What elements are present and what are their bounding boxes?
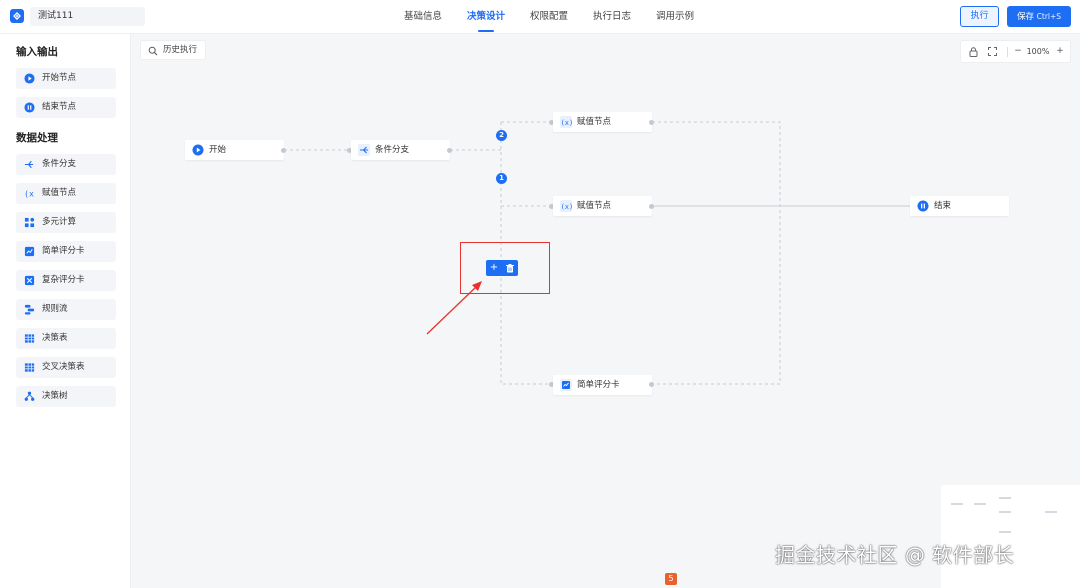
palette-item-label: 交叉决策表 [42,362,85,372]
flow-node-assign-top[interactable]: (x) 赋值节点 [553,112,652,132]
tab-decision-design[interactable]: 决策设计 [467,0,505,34]
pause-circle-icon [917,200,929,212]
scorecard-icon [560,379,572,391]
palette-item-label: 开始节点 [42,73,77,83]
flow-node-branch[interactable]: 条件分支 [351,140,450,160]
palette-item-label: 结束节点 [42,102,77,112]
port-out[interactable] [447,148,452,153]
node-label: 条件分支 [375,145,410,155]
zoom-toolbar: − 100% + [960,40,1071,63]
section-title-data: 数据处理 [16,132,58,144]
delete-edge-button[interactable] [502,260,518,276]
svg-text:(x): (x) [24,189,35,199]
delete-icon [506,263,514,272]
annotation-arrow [426,286,477,335]
save-button-label: 保存 [1016,12,1034,22]
palette-item-label: 简单评分卡 [42,246,85,256]
play-circle-icon [24,73,35,84]
run-button[interactable]: 执行 [960,6,999,27]
palette-item-label: 决策表 [42,333,68,343]
top-header: 测试111 基础信息 决策设计 权限配置 执行日志 调用示例 执行 保存 Ctr… [0,0,1080,34]
table-icon [24,334,35,343]
branch-icon [24,160,34,169]
rule-flow-icon [24,304,35,315]
assign-icon: (x) [560,200,572,212]
palette-item-assign[interactable]: (x) 赋值节点 [16,183,116,204]
palette-item-decision-table[interactable]: 决策表 [16,328,116,349]
flow-node-end[interactable]: 结束 [910,196,1009,216]
play-circle-icon [192,144,204,156]
branch-icon [358,144,370,156]
palette-item-decision-tree[interactable]: 决策树 [16,386,116,407]
complex-scorecard-icon [24,275,35,286]
minimap-preview [951,497,1057,533]
history-execution-label: 历史执行 [163,45,198,55]
port-out[interactable] [649,204,654,209]
add-node-button[interactable]: + [486,260,502,276]
zoom-separator [1007,47,1008,57]
edge-toolbar: + [486,260,518,276]
branch-priority-badge: 2 [496,130,507,141]
palette-item-multi-calc[interactable]: 多元计算 [16,212,116,233]
calc-grid-icon [24,217,35,228]
port-out[interactable] [649,120,654,125]
node-label: 开始 [209,145,227,155]
palette-item-simple-scorecard[interactable]: 简单评分卡 [16,241,116,262]
html5-icon: 5 [665,573,677,585]
node-label: 赋值节点 [577,117,612,127]
assign-icon: (x) [560,116,572,128]
palette-item-label: 复杂评分卡 [42,275,85,285]
palette-item-label: 决策树 [42,391,68,401]
scorecard-icon [24,246,35,257]
tree-icon [24,391,35,401]
flow-canvas[interactable]: 历史执行 − 100% + 开始 条件分支 2 1 (x) 赋值节点 (x) 赋… [131,34,1080,588]
palette-item-rule-flow[interactable]: 规则流 [16,299,116,320]
palette-item-label: 多元计算 [42,217,77,227]
palette-item-complex-scorecard[interactable]: 复杂评分卡 [16,270,116,291]
search-icon [148,46,158,56]
section-title-io: 输入输出 [16,46,58,58]
node-label: 结束 [934,201,952,211]
fullscreen-icon[interactable] [985,41,999,65]
history-execution-button[interactable]: 历史执行 [140,40,206,60]
port-out[interactable] [649,382,654,387]
tab-execution-log[interactable]: 执行日志 [593,0,631,34]
save-shortcut: Ctrl+S [1036,12,1062,21]
cross-table-icon [24,363,35,372]
edge-merge-right[interactable] [652,121,781,385]
node-label: 赋值节点 [577,201,612,211]
palette-item-end-node[interactable]: 结束节点 [16,97,116,118]
flow-node-scorecard[interactable]: 简单评分卡 [553,375,652,395]
main-tabs: 基础信息 决策设计 权限配置 执行日志 调用示例 [0,0,1080,34]
save-button[interactable]: 保存 Ctrl+S [1007,6,1071,27]
zoom-level: 100% [1026,47,1050,56]
palette-item-cross-table[interactable]: 交叉决策表 [16,357,116,378]
port-out[interactable] [281,148,286,153]
tab-call-example[interactable]: 调用示例 [656,0,694,34]
svg-text:(x): (x) [561,203,572,211]
zoom-in-button[interactable]: + [1053,41,1067,62]
branch-priority-badge: 1 [496,173,507,184]
node-palette-sidebar: 输入输出 开始节点 结束节点 数据处理 条件分支 (x) 赋值节点 多元计算 简… [0,34,131,588]
node-label: 简单评分卡 [577,380,620,390]
svg-text:(x): (x) [561,119,572,127]
flow-node-assign-mid[interactable]: (x) 赋值节点 [553,196,652,216]
tab-permission[interactable]: 权限配置 [530,0,568,34]
assign-icon: (x) [24,189,35,199]
lock-icon[interactable] [966,41,980,66]
palette-item-label: 规则流 [42,304,68,314]
minimap[interactable] [941,485,1080,588]
tab-basic-info[interactable]: 基础信息 [404,0,442,34]
flow-node-start[interactable]: 开始 [185,140,284,160]
watermark-text: 掘金技术社区 @ 软件部长 [775,543,1015,567]
palette-item-label: 赋值节点 [42,188,77,198]
zoom-out-button[interactable]: − [1012,41,1024,62]
palette-item-start-node[interactable]: 开始节点 [16,68,116,89]
pause-circle-icon [24,102,35,113]
palette-item-branch[interactable]: 条件分支 [16,154,116,175]
palette-item-label: 条件分支 [42,159,77,169]
